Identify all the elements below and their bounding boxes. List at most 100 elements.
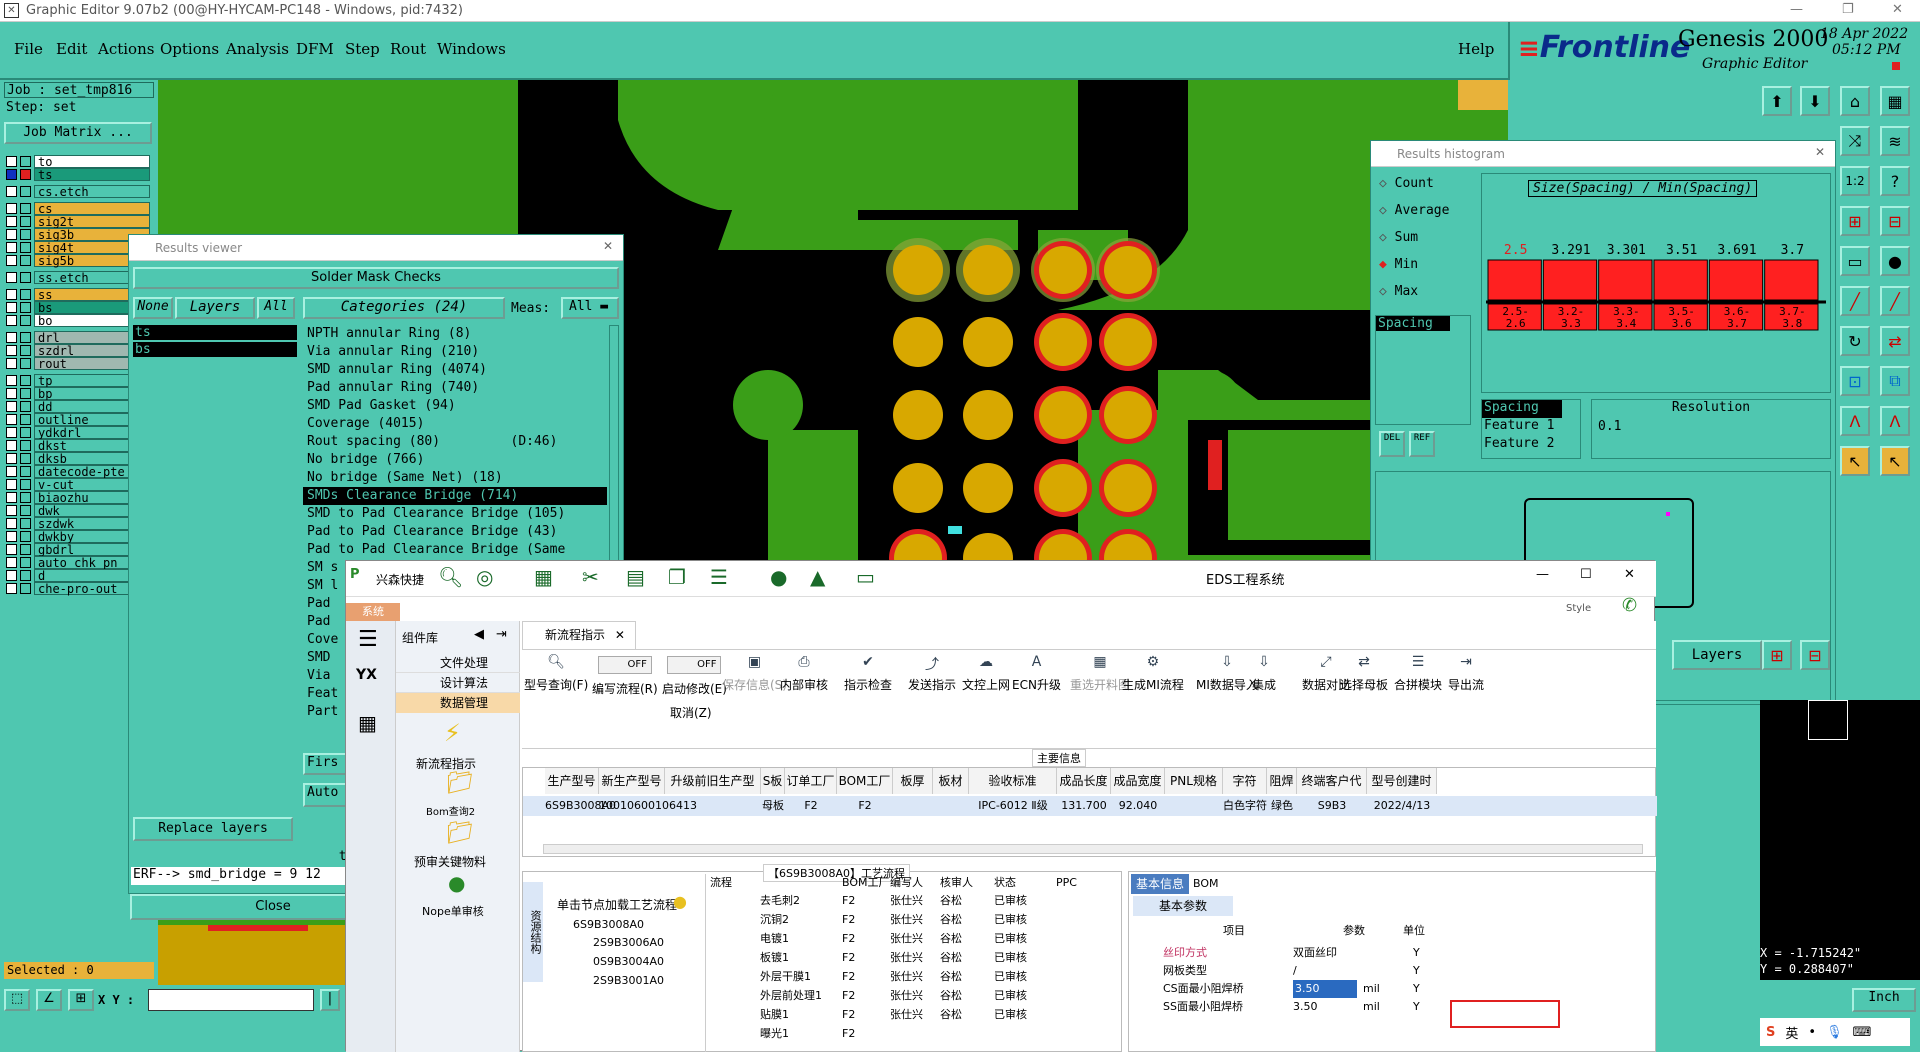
table-header-cell[interactable]: 板材 <box>933 768 969 794</box>
layer-checkbox[interactable] <box>6 439 17 451</box>
globe-icon[interactable]: ◎ <box>476 565 493 589</box>
vertical-tab[interactable]: 资源结构 <box>523 882 543 982</box>
flow-col-header[interactable]: 编写人 <box>890 874 923 892</box>
flow-cell[interactable]: 谷松 <box>940 949 962 967</box>
flow-cell[interactable]: 张仕兴 <box>890 892 923 910</box>
hamburger-icon[interactable]: ☰ <box>358 627 378 652</box>
ribbon-button[interactable]: ⇩ 集成 <box>1252 654 1276 693</box>
flow-cell[interactable]: 谷松 <box>940 968 962 986</box>
table-header-cell[interactable]: 升级前旧生产型号 <box>665 768 761 814</box>
layer-checkbox[interactable] <box>6 452 17 464</box>
layer-checkbox[interactable] <box>6 344 17 356</box>
flow-cell[interactable]: 谷松 <box>940 930 962 948</box>
table-cell[interactable] <box>1165 796 1223 816</box>
layer-color-swatch[interactable] <box>20 413 31 425</box>
category-item[interactable]: No bridge (766) <box>303 451 607 469</box>
layer-color-swatch[interactable] <box>20 155 31 167</box>
toolbar-icon-19[interactable]: Λ <box>1840 406 1870 436</box>
toolbar-icon-5[interactable]: ⤨ <box>1840 126 1870 156</box>
results-viewer-close-icon[interactable]: ✕ <box>603 239 613 253</box>
flow-cell[interactable]: F2 <box>842 1025 855 1043</box>
lightning-icon[interactable]: ⚡ <box>444 719 461 747</box>
table-header-cell[interactable]: 终端客户代码 <box>1297 768 1367 814</box>
layer-checkbox[interactable] <box>6 185 17 197</box>
layer-checkbox[interactable] <box>6 241 17 253</box>
help-icon[interactable]: ? <box>1880 166 1910 196</box>
histogram-layers-button[interactable]: Layers <box>1672 640 1762 670</box>
table-cell[interactable]: S9B3 <box>1297 796 1367 816</box>
param-cell[interactable]: 3.50 <box>1293 980 1357 998</box>
ribbon-button[interactable]: ⇥ 导出流 <box>1448 654 1484 693</box>
ribbon-button[interactable]: OFF 启动修改(E) <box>662 654 727 697</box>
pointer-icon[interactable]: ↖ <box>1840 446 1870 476</box>
param-cell[interactable]: 双面丝印 <box>1293 944 1337 962</box>
toolbar-icon-9[interactable]: ⊞ <box>1840 206 1870 236</box>
measure-item[interactable]: Spacing <box>1482 400 1562 418</box>
histogram-bar[interactable] <box>1487 259 1542 301</box>
param-cell[interactable]: CS面最小阻焊桥 <box>1163 980 1244 998</box>
new-flow-label[interactable]: 新流程指示 <box>416 755 476 772</box>
table-header-cell[interactable]: 成品长度 <box>1057 768 1111 794</box>
style-label[interactable]: Style <box>1566 603 1591 614</box>
close-button[interactable]: ✕ <box>1892 2 1903 17</box>
table-row[interactable]: 6S9B3008A0 10010600106413 母板 F2 F2 IPC-6012 Ⅱ… <box>523 796 1657 816</box>
param-cell[interactable]: mil <box>1363 998 1380 1016</box>
layer-checkbox[interactable] <box>6 504 17 516</box>
toolbar-icon-20[interactable]: Λ <box>1880 406 1910 436</box>
line-icon[interactable]: ╱ <box>1840 286 1870 316</box>
phone-icon[interactable]: ✆ <box>1622 595 1637 616</box>
flow-cell[interactable]: 贴膜1 <box>760 1006 789 1024</box>
toolbar-icon-4[interactable]: ▦ <box>1880 86 1910 116</box>
layer-color-swatch[interactable] <box>20 357 31 369</box>
yx-icon[interactable]: YX <box>356 667 377 683</box>
param-col-header[interactable]: 单位 <box>1403 922 1425 940</box>
layer-checkbox[interactable] <box>6 254 17 266</box>
eds-close-button[interactable]: ✕ <box>1624 567 1635 582</box>
toolbar-icon-6[interactable]: ≋ <box>1880 126 1910 156</box>
layer-color-swatch[interactable] <box>20 202 31 214</box>
layer-checkbox[interactable] <box>6 314 17 326</box>
ribbon-button[interactable]: ⇩ MI数据导入 <box>1196 654 1258 693</box>
tool-grid-icon[interactable]: ⊞ <box>68 989 94 1011</box>
layers-icon-1[interactable]: ⊞ <box>1762 640 1792 670</box>
category-item[interactable]: Pad to Pad Clearance Bridge (Same <box>303 541 607 559</box>
layer-row[interactable]: sig2t <box>6 214 150 228</box>
tree-child[interactable]: 0S9B3004A0 <box>593 953 664 971</box>
tool-pipe-icon[interactable]: | <box>320 989 340 1011</box>
flow-cell[interactable]: 张仕兴 <box>890 911 923 929</box>
pointer2-icon[interactable]: ↖ <box>1880 446 1910 476</box>
menu-actions[interactable]: Actions <box>98 40 154 58</box>
param-cell[interactable]: Y <box>1413 962 1420 980</box>
histogram-option[interactable]: ◇ Max <box>1379 281 1418 303</box>
table-cell[interactable]: 131.700 <box>1057 796 1111 816</box>
menu-dfm[interactable]: DFM <box>296 40 334 58</box>
layer-color-swatch[interactable] <box>20 288 31 300</box>
layer-checkbox[interactable] <box>6 556 17 568</box>
flow-cell[interactable]: 张仕兴 <box>890 1006 923 1024</box>
bom-query-label[interactable]: Bom查询2 <box>426 803 475 818</box>
table-cell[interactable]: F2 <box>785 796 837 816</box>
layer-row[interactable]: cs <box>6 201 150 215</box>
flow-cell[interactable]: 已审核 <box>994 987 1027 1005</box>
layer-color-swatch[interactable] <box>20 569 31 581</box>
ribbon-button[interactable]: ▣ 保存信息(S) <box>722 654 787 693</box>
layer-row[interactable]: ts <box>6 167 150 181</box>
tab-bom[interactable]: BOM <box>1193 874 1233 894</box>
flow-cell[interactable]: 已审核 <box>994 968 1027 986</box>
table-cell[interactable]: 2022/4/13 <box>1367 796 1437 816</box>
layer-checkbox[interactable] <box>6 465 17 477</box>
list-icon[interactable]: ☰ <box>710 565 728 589</box>
job-matrix-button[interactable]: Job Matrix ... <box>4 122 152 144</box>
flow-cell[interactable]: 去毛刺2 <box>760 892 800 910</box>
table-cell[interactable] <box>933 796 969 816</box>
histogram-close-icon[interactable]: ✕ <box>1815 145 1825 159</box>
scissors-icon[interactable]: ✂ <box>582 565 599 589</box>
table-cell[interactable]: 92.040 <box>1111 796 1165 816</box>
flow-cell[interactable]: 板镀1 <box>760 949 789 967</box>
layer-color-swatch[interactable] <box>20 517 31 529</box>
ribbon-button[interactable]: A ECN升级 <box>1012 654 1061 693</box>
table-header-cell[interactable]: PNL规格 <box>1165 768 1223 794</box>
measure-list[interactable]: Spacing Feature 1 Feature 2 <box>1481 399 1581 459</box>
result-layer-ts[interactable]: ts <box>133 325 297 340</box>
histogram-bar[interactable] <box>1708 259 1764 301</box>
